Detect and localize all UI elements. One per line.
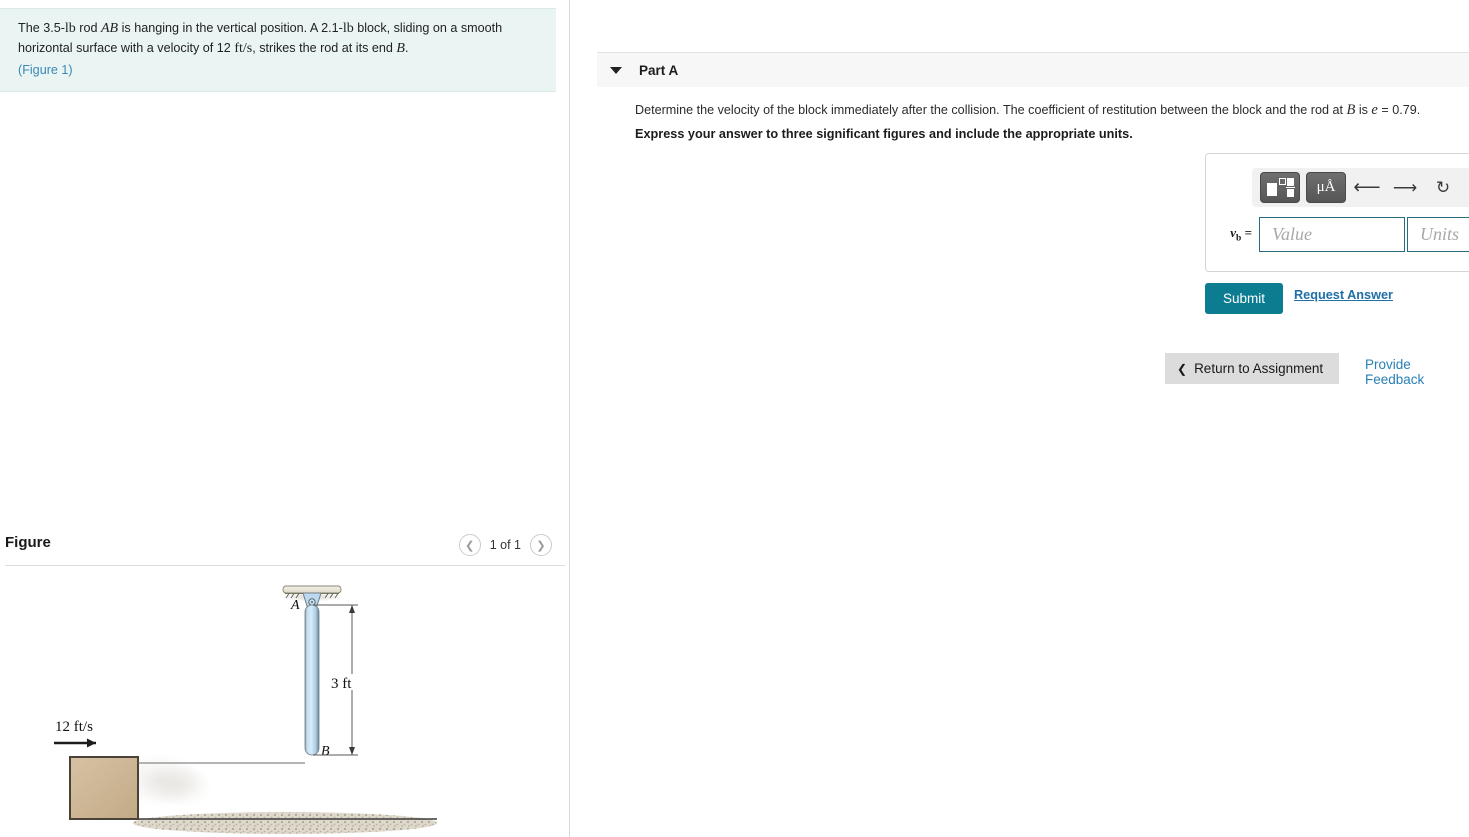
figure-svg: A B 3 ft 12 ft/s bbox=[54, 585, 437, 834]
provide-feedback-link[interactable]: Provide Feedback bbox=[1365, 357, 1469, 387]
question-suffix: = 0.79. bbox=[1377, 103, 1421, 117]
sliding-block bbox=[69, 756, 139, 820]
left-pane: The 3.5-lb rod AB is hanging in the vert… bbox=[0, 0, 569, 837]
problem-statement-box: The 3.5-lb rod AB is hanging in the vert… bbox=[0, 8, 556, 92]
undo-button[interactable]: ⟵ bbox=[1350, 172, 1384, 203]
dimension-3ft-label: 3 ft bbox=[331, 676, 352, 692]
question-prefix: Determine the velocity of the block imme… bbox=[635, 103, 1347, 117]
math-template-icon bbox=[1267, 177, 1295, 198]
chevron-left-icon: ❮ bbox=[465, 539, 475, 552]
velocity-arrow bbox=[54, 738, 96, 748]
figure-panel-title: Figure bbox=[5, 534, 51, 551]
figure-diagram: A B 3 ft 12 ft/s bbox=[0, 575, 569, 837]
units-input[interactable] bbox=[1407, 217, 1469, 252]
request-answer-link[interactable]: Request Answer bbox=[1294, 288, 1393, 302]
figure-pagination: ❮ 1 of 1 ❯ bbox=[458, 534, 552, 556]
problem-text-5: , strikes the rod at its end bbox=[252, 41, 397, 56]
problem-unit-lb-2: lb bbox=[342, 21, 354, 36]
math-template-button[interactable] bbox=[1260, 172, 1300, 203]
problem-text-6: . bbox=[404, 41, 409, 56]
problem-text-1: The 3.5- bbox=[18, 21, 65, 35]
figure-header-divider bbox=[5, 565, 565, 566]
redo-button[interactable]: ⟶ bbox=[1388, 172, 1422, 203]
return-to-assignment-label: Return to Assignment bbox=[1194, 361, 1324, 376]
value-input[interactable] bbox=[1259, 217, 1405, 252]
problem-unit-fts: ft/s bbox=[234, 41, 253, 57]
part-a-label: Part A bbox=[639, 62, 679, 78]
ground-surface bbox=[133, 812, 437, 834]
question-var-b: B bbox=[1346, 102, 1356, 118]
mastering-physics-problem-page: The 3.5-lb rod AB is hanging in the vert… bbox=[0, 0, 1469, 837]
problem-statement-text: The 3.5-lb rod AB is hanging in the vert… bbox=[18, 19, 542, 60]
variable-subscript: b bbox=[1236, 233, 1242, 244]
right-pane: Part A Determine the velocity of the blo… bbox=[570, 0, 1469, 837]
figure-next-button[interactable]: ❯ bbox=[530, 534, 552, 556]
figure-counter: 1 of 1 bbox=[489, 538, 521, 552]
problem-rod-label: AB bbox=[101, 21, 119, 36]
problem-unit-lb-1: lb bbox=[64, 21, 76, 36]
units-button[interactable]: μÅ bbox=[1306, 172, 1346, 203]
caret-down-icon[interactable] bbox=[610, 66, 622, 74]
answer-input-row: vb = bbox=[1219, 217, 1469, 252]
question-text: Determine the velocity of the block imme… bbox=[635, 100, 1465, 122]
chevron-right-icon: ❯ bbox=[536, 539, 546, 552]
reset-button[interactable]: ↻ bbox=[1426, 172, 1460, 203]
answer-instruction: Express your answer to three significant… bbox=[635, 127, 1133, 141]
reset-circular-arrow-icon: ↻ bbox=[1435, 177, 1451, 197]
submit-button[interactable]: Submit bbox=[1205, 283, 1284, 314]
part-a-header[interactable]: Part A bbox=[597, 52, 1469, 87]
undo-arrow-icon: ⟵ bbox=[1353, 177, 1381, 198]
rod-ab bbox=[304, 604, 320, 756]
units-icon: μÅ bbox=[1316, 179, 1336, 195]
problem-end-label: B bbox=[396, 41, 405, 57]
return-to-assignment-button[interactable]: ❮ Return to Assignment bbox=[1165, 353, 1340, 384]
redo-arrow-icon: ⟶ bbox=[1392, 177, 1418, 197]
keyboard-button[interactable] bbox=[1464, 172, 1469, 203]
equals-sign: = bbox=[1244, 225, 1252, 241]
label-point-b: B bbox=[321, 744, 330, 759]
answer-entry-widget: μÅ ⟵ ⟶ ↻ ? vb bbox=[1205, 153, 1469, 272]
figure-reference-link[interactable]: (Figure 1) bbox=[18, 63, 542, 77]
answer-toolbar: μÅ ⟵ ⟶ ↻ ? bbox=[1252, 168, 1469, 207]
figure-prev-button[interactable]: ❮ bbox=[458, 534, 481, 556]
variable-label: vb = bbox=[1219, 225, 1259, 244]
label-point-a: A bbox=[290, 598, 300, 613]
problem-text-3: is hanging in the vertical position. A 2… bbox=[118, 21, 343, 35]
problem-text-2: rod bbox=[75, 21, 101, 35]
question-mid: is bbox=[1355, 103, 1372, 117]
chevron-left-icon: ❮ bbox=[1177, 361, 1188, 376]
velocity-label: 12 ft/s bbox=[55, 719, 93, 735]
figure-panel-header: Figure ❮ 1 of 1 ❯ bbox=[0, 530, 569, 566]
